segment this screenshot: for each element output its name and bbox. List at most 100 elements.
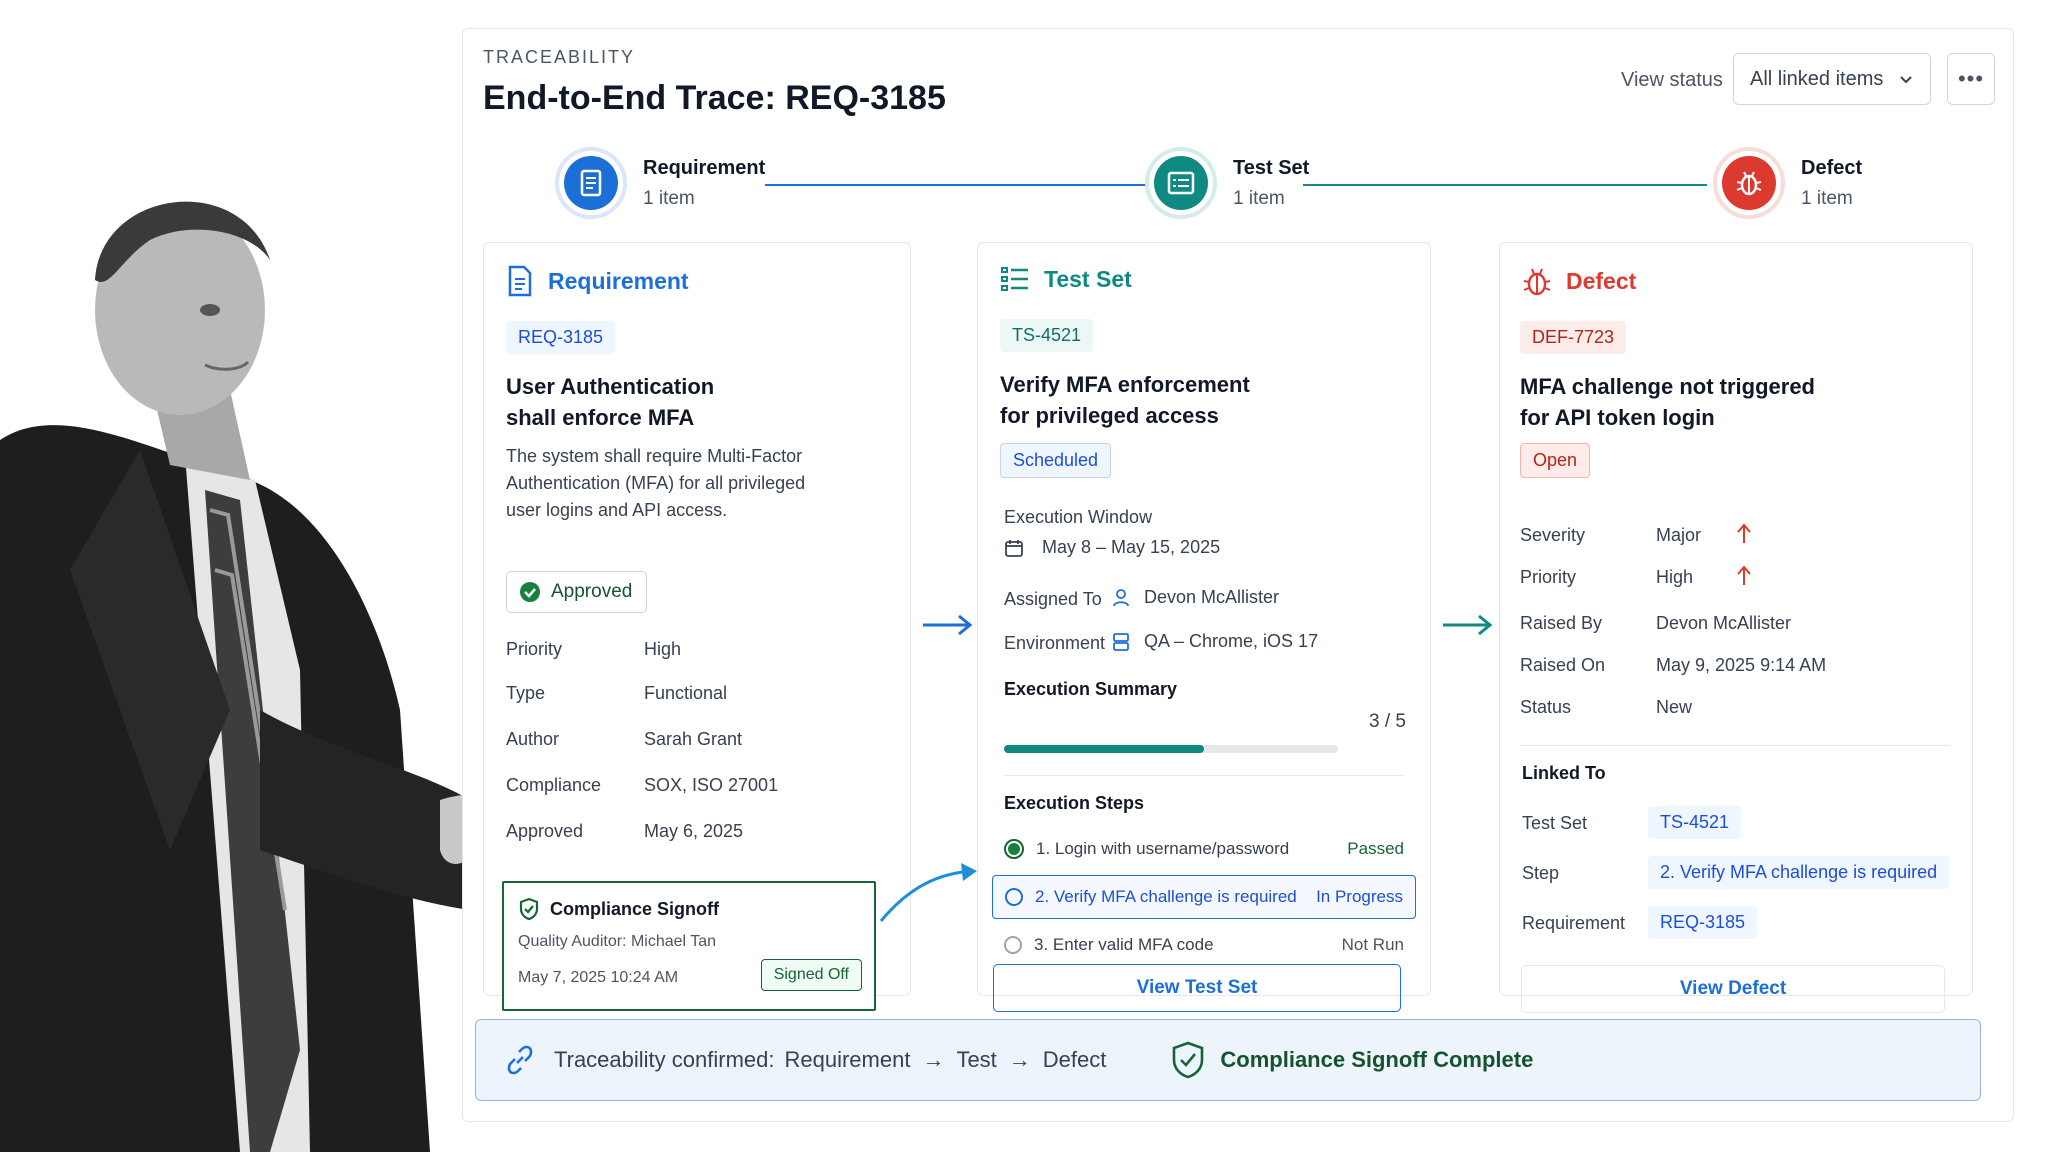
field-value: High	[644, 639, 682, 659]
banner-prefix: Traceability confirmed:	[554, 1047, 775, 1072]
card-title-line: Verify MFA enforcement	[1000, 372, 1250, 397]
card-title-line: MFA challenge not triggered	[1520, 374, 1815, 399]
field-label: Author	[506, 729, 560, 749]
step-label: 2. Verify MFA challenge is required	[1035, 887, 1297, 906]
field-label: Raised By	[1520, 613, 1603, 633]
view-test-set-button[interactable]: View Test Set	[993, 964, 1401, 1012]
flow-connector-1	[765, 184, 1169, 186]
list-icon	[1154, 156, 1208, 210]
environment-value: QA – Chrome, iOS 17	[1144, 631, 1319, 651]
field-value: New	[1656, 697, 1693, 717]
check-circle-icon	[520, 582, 540, 602]
document-icon	[564, 156, 618, 210]
testset-id-chip[interactable]: TS-4521	[1000, 319, 1094, 352]
signed-off-badge: Signed Off	[760, 959, 862, 991]
field-value: High	[1656, 567, 1694, 587]
server-icon	[1113, 632, 1129, 651]
bug-icon	[1722, 156, 1776, 210]
linked-to-label: Linked To	[1522, 763, 1606, 783]
requirement-id-chip[interactable]: REQ-3185	[506, 321, 616, 354]
execution-steps-label: Execution Steps	[1004, 793, 1145, 813]
calendar-icon	[1005, 539, 1023, 557]
field-value: Sarah Grant	[644, 729, 743, 749]
page-title: End-to-End Trace: REQ-3185	[483, 79, 946, 117]
field-value: SOX, ISO 27001	[644, 775, 779, 795]
view-defect-button[interactable]: View Defect	[1521, 965, 1945, 1013]
traceability-panel: TRACEABILITY End-to-End Trace: REQ-3185 …	[462, 28, 2014, 1122]
field-label: Compliance	[506, 775, 602, 795]
more-icon: •••	[1957, 66, 1985, 91]
step-status: Not Run	[1341, 935, 1404, 954]
radio-checked-icon	[1004, 839, 1024, 859]
bug-icon	[1523, 268, 1551, 296]
flow-title: Test Set	[1233, 156, 1310, 179]
requirement-card: Requirement REQ-3185 User Authentication…	[483, 242, 911, 1011]
description-line: user logins and API access.	[506, 500, 728, 520]
field-label: Severity	[1520, 525, 1586, 545]
shield-check-icon	[1173, 1041, 1204, 1079]
execution-progress-bar	[1004, 745, 1338, 753]
execution-step-row-active[interactable]: 2. Verify MFA challenge is required In P…	[992, 875, 1416, 919]
execution-summary-label: Execution Summary	[1004, 679, 1178, 699]
flow-node-requirement[interactable]: Requirement 1 item	[555, 147, 765, 219]
card-title-line: for privileged access	[1000, 403, 1219, 428]
execution-step-row[interactable]: 3. Enter valid MFA code Not Run	[992, 923, 1416, 967]
arrow-right-icon: →	[922, 1047, 945, 1072]
signoff-title: Compliance Signoff	[550, 898, 720, 919]
banner-item: Test	[956, 1047, 997, 1072]
description-line: Authentication (MFA) for all privileged	[506, 473, 806, 493]
flow-title: Defect	[1801, 156, 1863, 179]
field-label: Priority	[506, 639, 563, 659]
field-value: Devon McAllister	[1656, 613, 1792, 633]
approved-badge: Approved	[506, 571, 648, 613]
step-status: Passed	[1347, 839, 1404, 858]
step-status: In Progress	[1316, 887, 1403, 906]
chevron-down-icon	[1900, 76, 1912, 84]
assigned-value: Devon McAllister	[1144, 587, 1280, 607]
view-status-select[interactable]: All linked items	[1733, 53, 1931, 105]
field-value: Major	[1656, 525, 1702, 545]
flow-node-testset[interactable]: Test Set 1 item	[1145, 147, 1309, 219]
defect-id-chip[interactable]: DEF-7723	[1520, 321, 1627, 354]
card-title-line: User Authentication	[506, 374, 715, 399]
curved-arrow-icon	[879, 863, 977, 922]
card-heading: Defect	[1566, 267, 1637, 294]
divider	[1520, 745, 1950, 746]
defect-card: Defect DEF-7723 MFA challenge not trigge…	[1499, 242, 1973, 996]
eyebrow: TRACEABILITY	[483, 47, 636, 67]
field-label: Approved	[506, 821, 584, 841]
card-heading: Requirement	[548, 267, 689, 294]
banner-item: Defect	[1042, 1047, 1107, 1072]
flow-count: 1 item	[1801, 187, 1853, 209]
field-label: Raised On	[1520, 655, 1606, 675]
radio-icon	[1004, 936, 1022, 954]
approved-label: Approved	[551, 581, 633, 602]
view-status-value: All linked items	[1750, 67, 1884, 90]
linked-step-chip[interactable]: 2. Verify MFA challenge is required	[1648, 856, 1950, 889]
flow-title: Requirement	[643, 156, 766, 179]
radio-icon	[1005, 888, 1023, 906]
linked-testset-chip[interactable]: TS-4521	[1648, 806, 1742, 839]
arrow-right-icon: →	[1008, 1047, 1031, 1072]
user-icon	[1113, 588, 1129, 606]
field-value: May 6, 2025	[644, 821, 744, 841]
execution-step-row[interactable]: 1. Login with username/password Passed	[992, 827, 1416, 871]
shield-check-icon	[519, 897, 539, 921]
more-options-button[interactable]: •••	[1947, 53, 1995, 105]
environment-label: Environment	[1004, 633, 1106, 653]
assigned-label: Assigned To	[1004, 589, 1102, 609]
presenter-photo	[0, 150, 470, 1152]
flow-node-defect[interactable]: Defect 1 item	[1713, 147, 1862, 219]
step-label: 1. Login with username/password	[1036, 839, 1290, 858]
flow-connector-2	[1303, 184, 1707, 186]
execution-window-value: May 8 – May 15, 2025	[1042, 537, 1221, 557]
link-icon	[507, 1045, 533, 1075]
field-label: Type	[506, 683, 546, 703]
link-label: Test Set	[1522, 813, 1588, 833]
card-title-line: for API token login	[1520, 405, 1715, 430]
card-title-line: shall enforce MFA	[506, 405, 695, 430]
testset-card: Test Set TS-4521 Verify MFA enforcement …	[977, 242, 1431, 996]
execution-progress-fill	[1004, 745, 1205, 753]
flow-count: 1 item	[643, 187, 695, 209]
linked-requirement-chip[interactable]: REQ-3185	[1648, 906, 1758, 939]
